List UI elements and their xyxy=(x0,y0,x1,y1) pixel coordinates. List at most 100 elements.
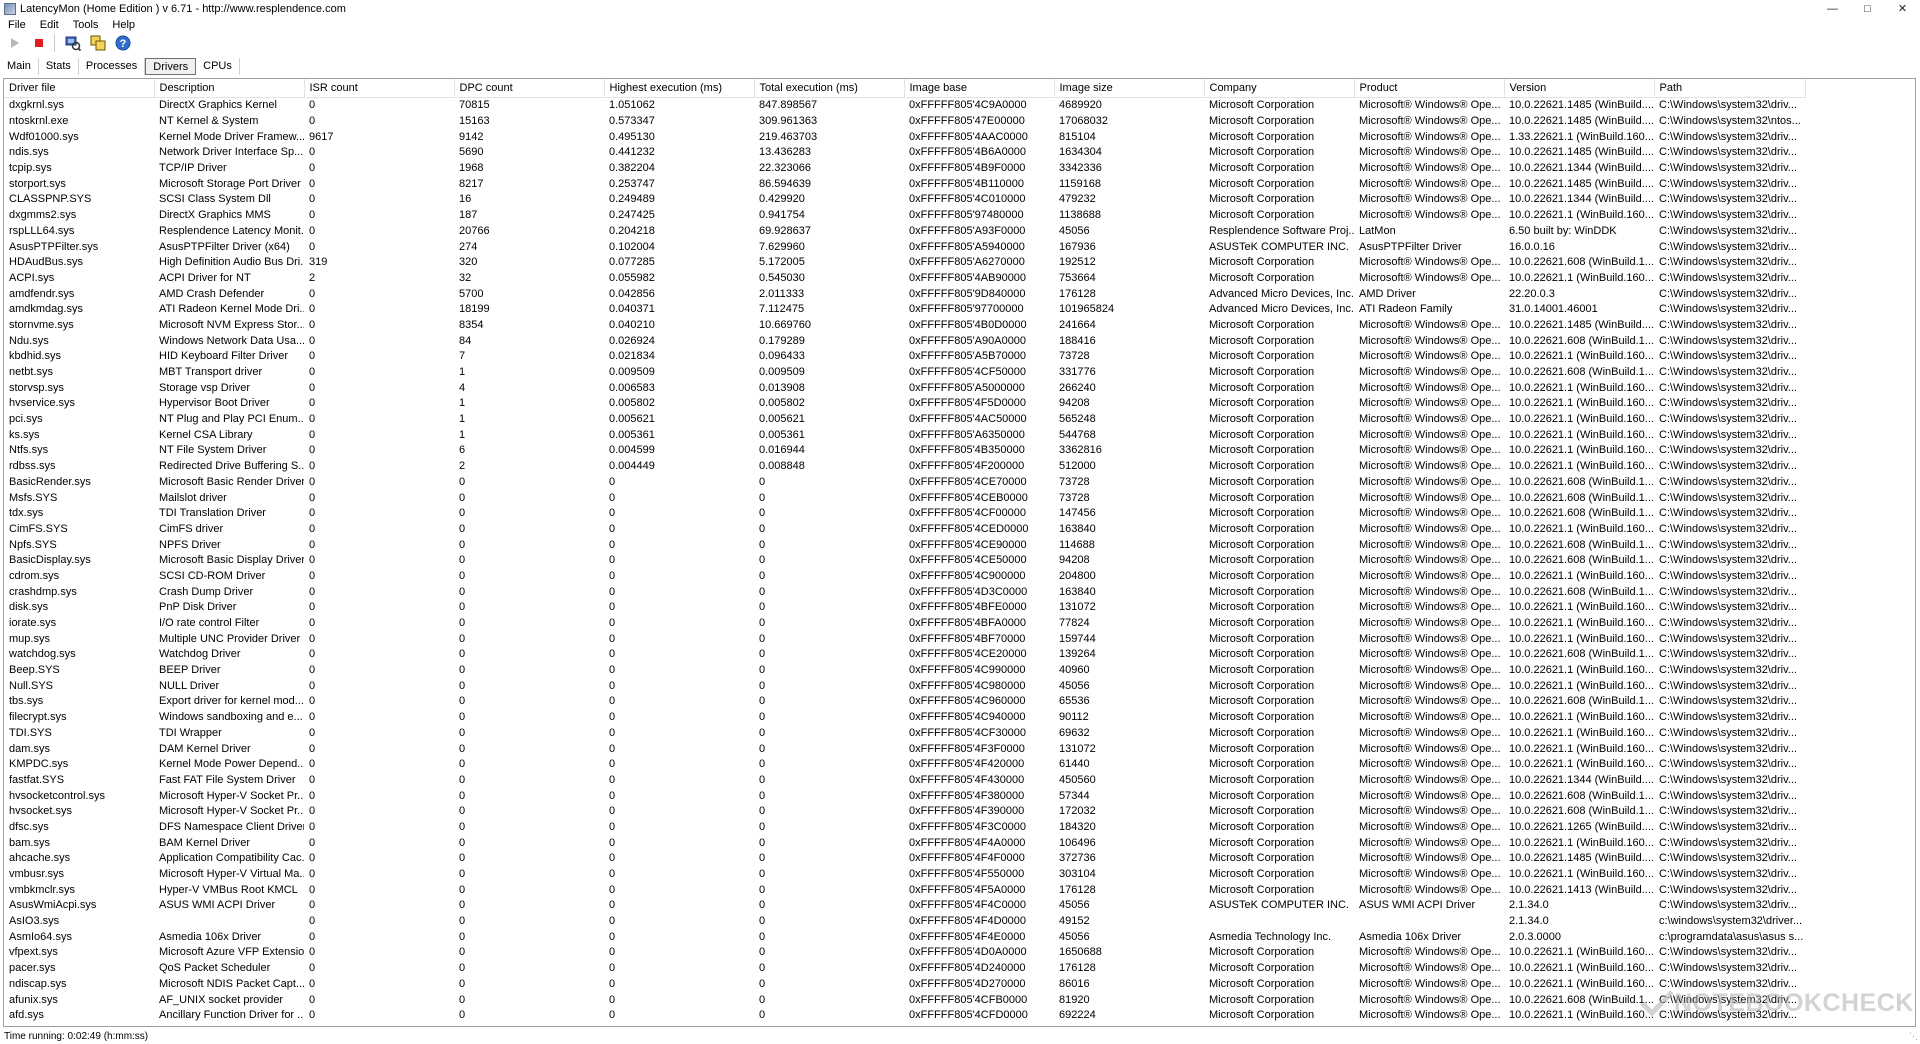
table-cell: 0 xyxy=(609,836,616,849)
table-row[interactable]: ndis.sys Network Driver Interface Sp... 0 5… xyxy=(4,145,1805,161)
table-row[interactable]: iorate.sys I/O rate control Filter 0 0 0 0 0xF… xyxy=(4,616,1805,632)
column-header[interactable]: Driver file xyxy=(4,79,155,98)
table-row[interactable]: AsmIo64.sys Asmedia 106x Driver 0 0 0 0 0xFFFF… xyxy=(4,929,1805,945)
resize-grip-icon[interactable]: ⋱ xyxy=(1909,1029,1918,1043)
menu-edit[interactable]: Edit xyxy=(32,19,65,31)
table-row[interactable]: AsusPTPFilter.sys AsusPTPFilter Driver (x… xyxy=(4,239,1805,255)
play-button[interactable] xyxy=(3,33,25,53)
tab-stats[interactable]: Stats xyxy=(39,58,79,75)
menu-file[interactable]: File xyxy=(0,19,32,31)
table-row[interactable]: amdfendr.sys AMD Crash Defender 0 5700 0.042… xyxy=(4,286,1805,302)
table-row[interactable]: Ndu.sys Windows Network Data Usa... 0 84 0.0… xyxy=(4,333,1805,349)
table-row[interactable]: rspLLL64.sys Resplendence Latency Monit..… xyxy=(4,224,1805,240)
table-row[interactable]: Null.SYS NULL Driver 0 0 0 0 0xFFFFF805'4C9800… xyxy=(4,678,1805,694)
table-row[interactable]: afunix.sys AF_UNIX socket provider 0 0 0 0 0xF… xyxy=(4,992,1805,1008)
table-row[interactable]: ACPI.sys ACPI Driver for NT 2 32 0.055982 0.5… xyxy=(4,271,1805,287)
table-row[interactable]: hvsocketcontrol.sys Microsoft Hyper-V Soc… xyxy=(4,788,1805,804)
report-button[interactable] xyxy=(62,33,84,53)
table-cell: pci.sys xyxy=(9,413,43,426)
table-row[interactable]: CimFS.SYS CimFS driver 0 0 0 0 0xFFFFF805'4CED… xyxy=(4,522,1805,538)
table-row[interactable]: AsIO3.sys 0 0 0 0 0xFFFFF805'4F4D0000 49152 2.1… xyxy=(4,914,1805,930)
table-row[interactable]: dxgmms2.sys DirectX Graphics MMS 0 187 0.247… xyxy=(4,208,1805,224)
table-row[interactable]: tcpip.sys TCP/IP Driver 0 1968 0.382204 22.32… xyxy=(4,161,1805,177)
table-row[interactable]: afd.sys Ancillary Function Driver for ...… xyxy=(4,1008,1805,1024)
table-row[interactable]: ntoskrnl.exe NT Kernel & System 0 15163 0.57… xyxy=(4,114,1805,130)
close-button[interactable]: ✕ xyxy=(1885,0,1920,17)
tab-cpus[interactable]: CPUs xyxy=(196,58,240,75)
table-row[interactable]: dxgkrnl.sys DirectX Graphics Kernel 0 70815… xyxy=(4,98,1805,114)
column-header[interactable]: Version xyxy=(1504,79,1655,98)
table-row[interactable]: hvservice.sys Hypervisor Boot Driver 0 1 0.0… xyxy=(4,396,1805,412)
column-header[interactable]: Image base xyxy=(904,79,1055,98)
menu-help[interactable]: Help xyxy=(104,19,141,31)
table-row[interactable]: crashdmp.sys Crash Dump Driver 0 0 0 0 0xFFFFF… xyxy=(4,584,1805,600)
table-cell: 0 xyxy=(459,679,466,692)
table-row[interactable]: dfsc.sys DFS Namespace Client Driver 0 0 0 0 0… xyxy=(4,820,1805,836)
tab-main[interactable]: Main xyxy=(0,58,39,75)
tab-drivers[interactable]: Drivers xyxy=(145,58,197,75)
drivers-table-container[interactable]: Driver file Description ISR count DPC count… xyxy=(3,78,1916,1027)
minimize-button[interactable]: — xyxy=(1815,0,1850,17)
table-row[interactable]: CLASSPNP.SYS SCSI Class System Dll 0 16 0.24… xyxy=(4,192,1805,208)
table-row[interactable]: Wdf01000.sys Kernel Mode Driver Framew...… xyxy=(4,129,1805,145)
table-row[interactable]: tdx.sys TDI Translation Driver 0 0 0 0 0xFFFFF… xyxy=(4,506,1805,522)
table-cell: Microsoft Basic Display Driver xyxy=(159,554,304,567)
table-cell: 10.0.22621.1413 (WinBuild.... xyxy=(1509,883,1654,896)
table-row[interactable]: AsusWmiAcpi.sys ASUS WMI ACPI Driver 0 0 0 0 0… xyxy=(4,898,1805,914)
table-row[interactable]: BasicDisplay.sys Microsoft Basic Display … xyxy=(4,553,1805,569)
table-row[interactable]: kbdhid.sys HID Keyboard Filter Driver 0 7 0.… xyxy=(4,349,1805,365)
table-row[interactable]: fastfat.SYS Fast FAT File System Driver 0 0… xyxy=(4,773,1805,789)
copy-button[interactable] xyxy=(87,33,109,53)
table-row[interactable]: ndiscap.sys Microsoft NDIS Packet Capt...… xyxy=(4,977,1805,993)
table-row[interactable]: Beep.SYS BEEP Driver 0 0 0 0 0xFFFFF805'4C9900… xyxy=(4,663,1805,679)
table-row[interactable]: vmbusr.sys Microsoft Hyper-V Virtual Ma..… xyxy=(4,867,1805,883)
table-row[interactable]: storvsp.sys Storage vsp Driver 0 4 0.006583 0… xyxy=(4,380,1805,396)
table-cell: 0 xyxy=(459,507,466,520)
column-header[interactable]: DPC count xyxy=(454,79,605,98)
stop-button[interactable] xyxy=(28,33,50,53)
table-cell: 0 xyxy=(309,601,316,614)
help-button[interactable]: ? xyxy=(112,33,134,53)
table-row[interactable]: netbt.sys MBT Transport driver 0 1 0.009509 0… xyxy=(4,365,1805,381)
table-row[interactable]: amdkmdag.sys ATI Radeon Kernel Mode Dri..… xyxy=(4,302,1805,318)
table-cell: 0 xyxy=(459,805,466,818)
table-row[interactable]: HDAudBus.sys High Definition Audio Bus Dr… xyxy=(4,255,1805,271)
column-header[interactable]: Total execution (ms) xyxy=(754,79,905,98)
table-row[interactable]: dam.sys DAM Kernel Driver 0 0 0 0 0xFFFFF805'4… xyxy=(4,741,1805,757)
column-header[interactable]: ISR count xyxy=(304,79,455,98)
table-row[interactable]: disk.sys PnP Disk Driver 0 0 0 0 0xFFFFF805'4B… xyxy=(4,600,1805,616)
column-header[interactable]: Image size xyxy=(1054,79,1205,98)
table-row[interactable]: watchdog.sys Watchdog Driver 0 0 0 0 0xFFFFF80… xyxy=(4,647,1805,663)
table-row[interactable]: pacer.sys QoS Packet Scheduler 0 0 0 0 0xFFFFF… xyxy=(4,961,1805,977)
menu-tools[interactable]: Tools xyxy=(65,19,105,31)
column-header[interactable]: Highest execution (ms) xyxy=(604,79,755,98)
table-row[interactable]: bam.sys BAM Kernel Driver 0 0 0 0 0xFFFFF805'4… xyxy=(4,835,1805,851)
table-row[interactable]: Msfs.SYS Mailslot driver 0 0 0 0 0xFFFFF805'4C… xyxy=(4,490,1805,506)
table-row[interactable]: hvsocket.sys Microsoft Hyper-V Socket Pr.… xyxy=(4,804,1805,820)
column-header[interactable]: Path xyxy=(1654,79,1806,98)
table-row[interactable]: ks.sys Kernel CSA Library 0 1 0.005361 0.0053… xyxy=(4,427,1805,443)
column-header[interactable]: Product xyxy=(1354,79,1505,98)
table-cell xyxy=(1354,914,1504,930)
table-row[interactable]: KMPDC.sys Kernel Mode Power Depend... 0 0 0 0… xyxy=(4,757,1805,773)
table-row[interactable]: vfpext.sys Microsoft Azure VFP Extension 0… xyxy=(4,945,1805,961)
tab-processes[interactable]: Processes xyxy=(79,58,146,75)
table-row[interactable]: Ntfs.sys NT File System Driver 0 6 0.004599 0… xyxy=(4,443,1805,459)
table-row[interactable]: BasicRender.sys Microsoft Basic Render Dr… xyxy=(4,475,1805,491)
table-row[interactable]: tbs.sys Export driver for kernel mod... 0 0… xyxy=(4,694,1805,710)
table-row[interactable]: stornvme.sys Microsoft NVM Express Stor..… xyxy=(4,318,1805,334)
table-row[interactable]: Npfs.SYS NPFS Driver 0 0 0 0 0xFFFFF805'4CE900… xyxy=(4,537,1805,553)
column-header[interactable]: Company xyxy=(1204,79,1355,98)
table-row[interactable]: storport.sys Microsoft Storage Port Drive… xyxy=(4,176,1805,192)
table-row[interactable]: TDI.SYS TDI Wrapper 0 0 0 0 0xFFFFF805'4CF3000… xyxy=(4,726,1805,742)
column-header[interactable]: Description xyxy=(154,79,305,98)
table-row[interactable]: cdrom.sys SCSI CD-ROM Driver 0 0 0 0 0xFFFFF80… xyxy=(4,569,1805,585)
table-row[interactable]: ahcache.sys Application Compatibility Cac… xyxy=(4,851,1805,867)
table-row[interactable]: vmbkmclr.sys Hyper-V VMBus Root KMCL 0 0 0 0 0… xyxy=(4,882,1805,898)
table-cell: 0 xyxy=(309,397,316,410)
table-row[interactable]: mup.sys Multiple UNC Provider Driver 0 0 0 0 0… xyxy=(4,631,1805,647)
table-row[interactable]: filecrypt.sys Windows sandboxing and e...… xyxy=(4,710,1805,726)
table-row[interactable]: rdbss.sys Redirected Drive Buffering S...… xyxy=(4,459,1805,475)
table-row[interactable]: pci.sys NT Plug and Play PCI Enum... 0 1 0.0… xyxy=(4,412,1805,428)
maximize-button[interactable]: □ xyxy=(1850,0,1885,17)
